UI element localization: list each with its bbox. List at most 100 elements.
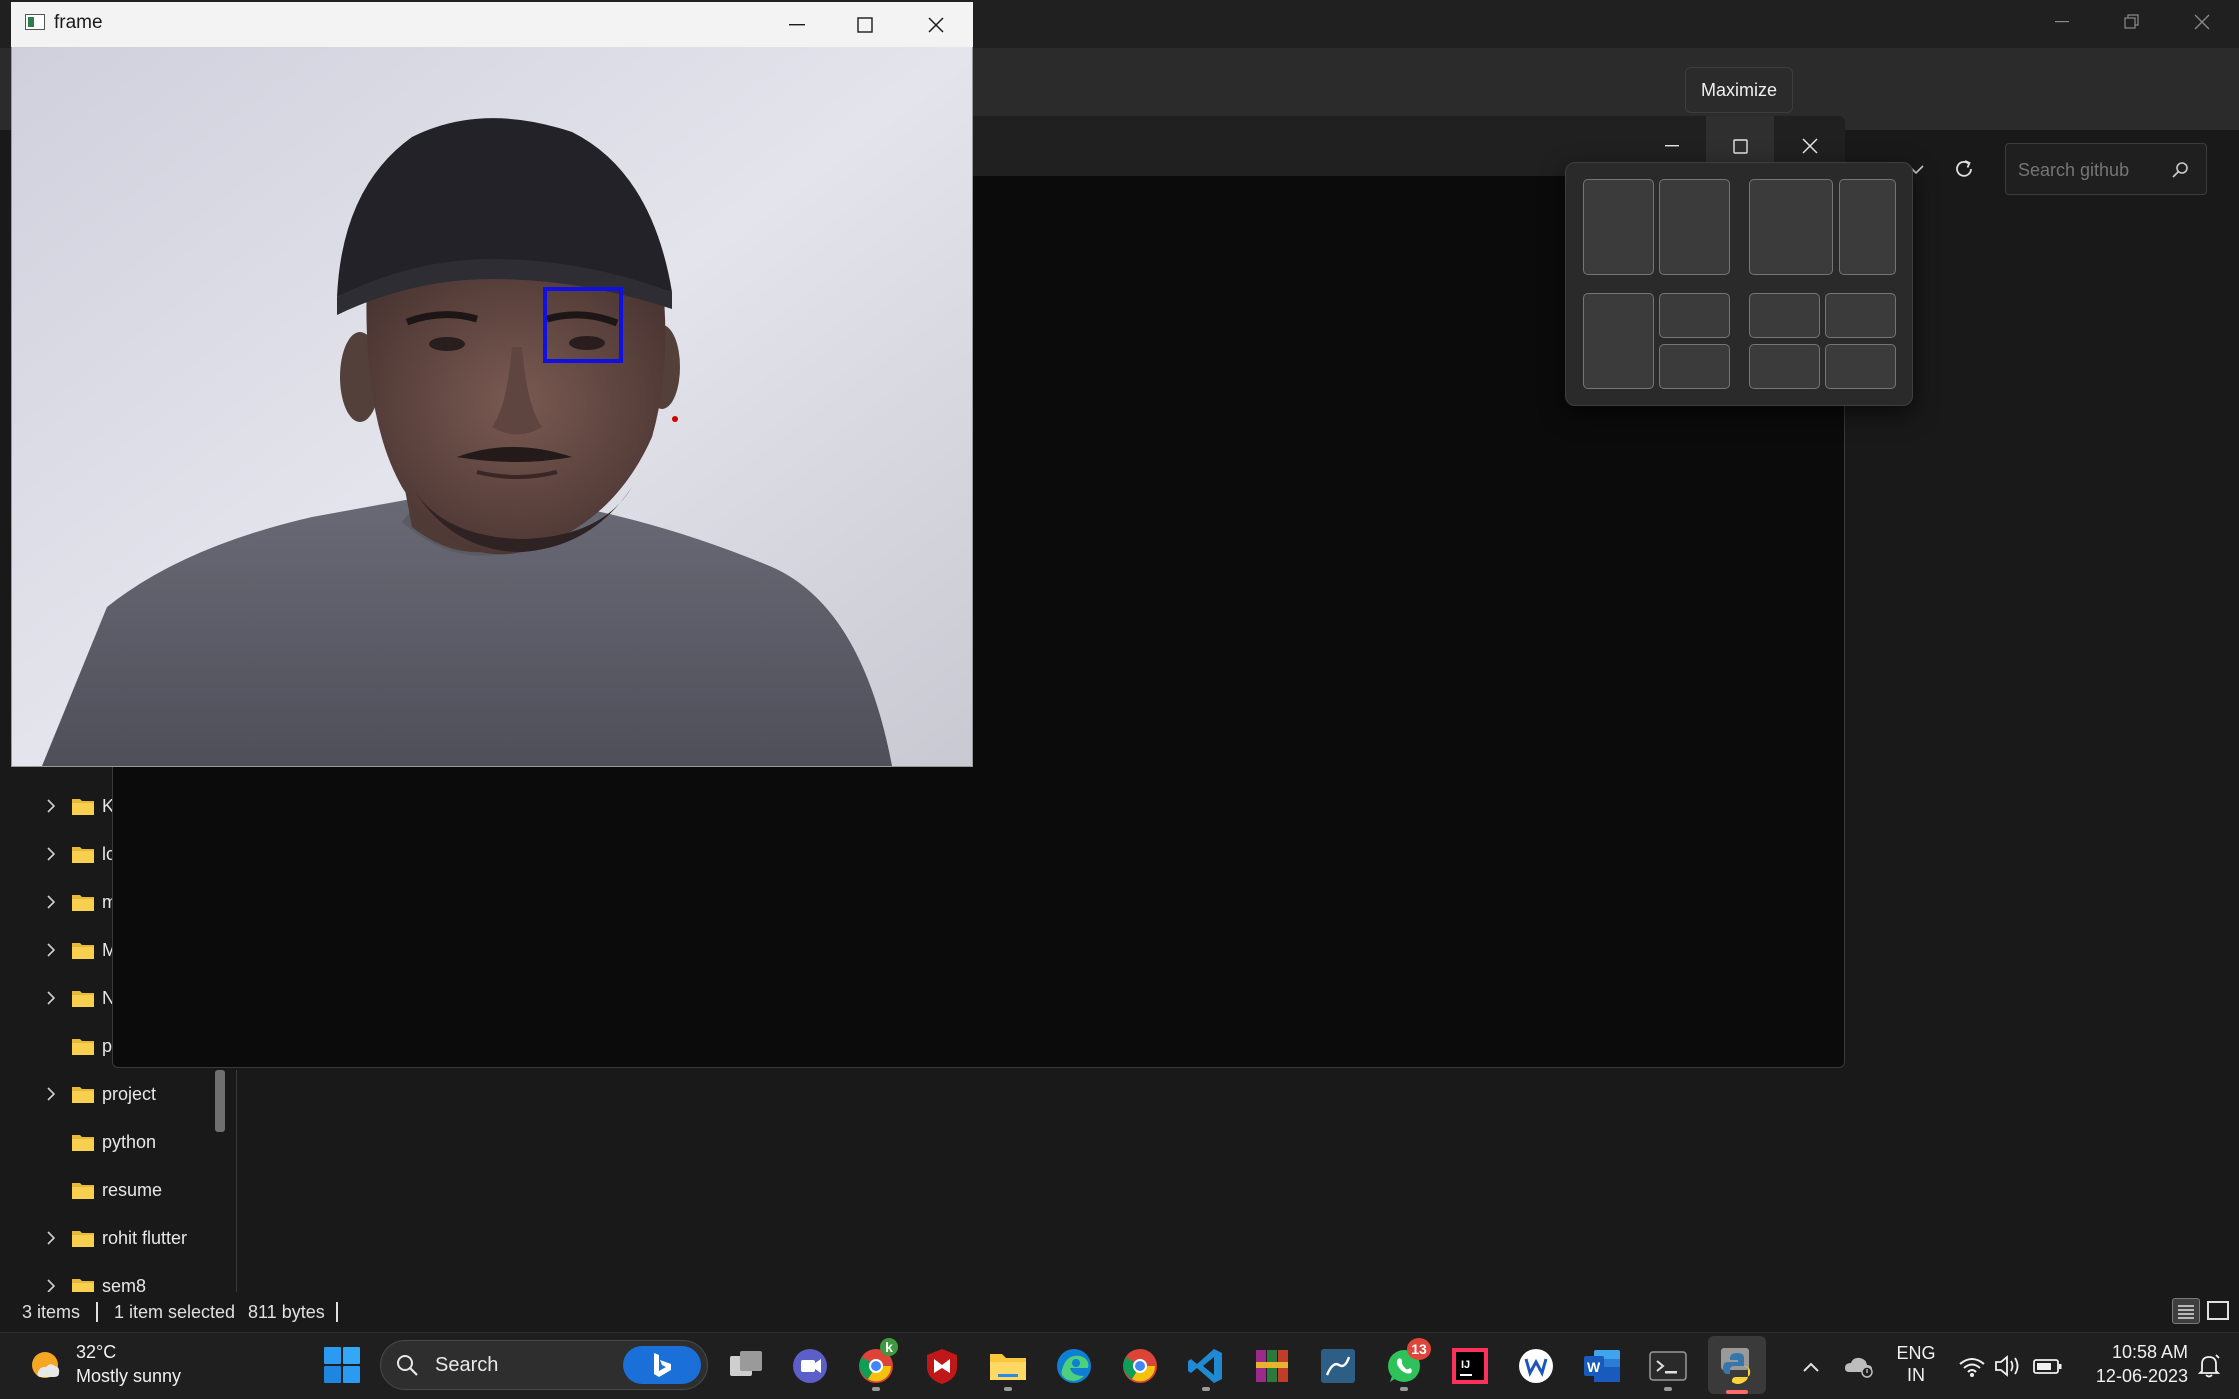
snap-layout-2-zone-left[interactable] <box>1749 179 1833 275</box>
wifi-icon <box>1959 1358 1985 1373</box>
maximize-icon <box>1732 138 1748 154</box>
chat-icon <box>793 1349 827 1383</box>
chevron-right-icon[interactable] <box>38 991 64 1005</box>
search-icon <box>2172 162 2188 178</box>
large-icons-view-button[interactable] <box>2204 1298 2232 1324</box>
frame-close-button[interactable] <box>902 2 970 47</box>
chevron-right-icon[interactable] <box>38 799 64 813</box>
explorer-minimize-button[interactable] <box>2028 0 2096 44</box>
explorer-close-button[interactable] <box>2168 0 2236 44</box>
folder-icon <box>72 1230 94 1247</box>
snap-layout-1-zone-left[interactable] <box>1583 179 1654 275</box>
start-button[interactable] <box>322 1345 362 1385</box>
pane-divider[interactable] <box>236 1070 237 1295</box>
edge-button[interactable] <box>1048 1340 1100 1392</box>
search-icon <box>397 1355 418 1376</box>
clock[interactable]: 10:58 AM 12-06-2023 <box>2078 1340 2188 1388</box>
wifi-dot <box>1970 1373 1974 1377</box>
tree-item[interactable]: python <box>0 1120 230 1164</box>
mysql-workbench-button[interactable] <box>1312 1340 1364 1392</box>
clock-time: 10:58 AM <box>2111 1342 2188 1362</box>
quick-settings-button[interactable] <box>1956 1350 2072 1382</box>
winrar-icon <box>1256 1350 1288 1382</box>
bing-chat-button[interactable] <box>623 1346 701 1384</box>
mcafee-button[interactable] <box>916 1340 968 1392</box>
selection-count: 1 item selected <box>114 1302 236 1322</box>
chevron-right-icon[interactable] <box>38 943 64 957</box>
task-view-icon <box>730 1351 762 1376</box>
item-count: 3 items <box>22 1302 81 1322</box>
frame-minimize-button[interactable] <box>763 2 831 47</box>
explorer-search-box[interactable] <box>2005 143 2207 195</box>
explorer-restore-button[interactable] <box>2098 0 2166 44</box>
volume-icon <box>1995 1355 2019 1377</box>
folder-icon <box>72 1182 94 1199</box>
word-button[interactable]: W <box>1576 1340 1628 1392</box>
word-alt-button[interactable] <box>1510 1340 1562 1392</box>
weather-condition: Mostly sunny <box>76 1366 182 1386</box>
snap-layout-3-zone-bottom-right[interactable] <box>1659 344 1730 389</box>
refresh-button[interactable] <box>1940 145 1988 193</box>
chevron-right-icon[interactable] <box>38 1087 64 1101</box>
weather-widget[interactable]: 32°C Mostly sunny <box>28 1342 198 1390</box>
snap-layout-4-zone-bottom-right[interactable] <box>1825 344 1896 389</box>
show-hidden-icons-button[interactable] <box>1796 1352 1826 1382</box>
teams-chat-button[interactable] <box>784 1340 836 1392</box>
chevron-right-icon[interactable] <box>38 1231 64 1245</box>
input-language-indicator[interactable]: ENG IN <box>1894 1342 1938 1386</box>
folder-icon <box>72 1038 94 1055</box>
onedrive-button[interactable] <box>1842 1350 1876 1382</box>
snap-layout-3-zone-top-right[interactable] <box>1659 293 1730 338</box>
snap-layouts-flyout <box>1565 162 1913 406</box>
explorer-search-input[interactable] <box>2016 154 2180 186</box>
intellij-button[interactable]: IJ <box>1444 1340 1496 1392</box>
sun-icon <box>32 1352 60 1378</box>
details-view-button[interactable] <box>2172 1298 2200 1324</box>
tree-item-label: project <box>102 1083 157 1104</box>
tree-item-label: rohit flutter <box>102 1227 188 1248</box>
close-icon <box>928 16 944 33</box>
folder-icon <box>72 1134 94 1151</box>
snap-layout-1-zone-right[interactable] <box>1659 179 1730 275</box>
frame-maximize-button[interactable] <box>831 2 899 47</box>
tree-item[interactable]: rohit flutter <box>0 1216 230 1260</box>
frame-window-title: frame <box>54 12 103 33</box>
python-app-button[interactable] <box>1708 1336 1766 1394</box>
task-view-button[interactable] <box>720 1340 772 1392</box>
edge-icon <box>1057 1349 1091 1383</box>
snap-layout-4-zone-bottom-left[interactable] <box>1749 344 1820 389</box>
intellij-icon: IJ <box>1452 1348 1488 1384</box>
folder-icon <box>72 990 94 1007</box>
snap-layout-4-zone-top-left[interactable] <box>1749 293 1820 338</box>
snap-layout-2-zone-right[interactable] <box>1839 179 1896 275</box>
chevron-right-icon[interactable] <box>38 1279 64 1293</box>
snap-layout-4-zone-top-right[interactable] <box>1825 293 1896 338</box>
chrome-icon <box>1123 1349 1157 1383</box>
notifications-button[interactable] <box>2194 1350 2224 1380</box>
opencv-window-icon <box>25 14 45 30</box>
chevron-right-icon[interactable] <box>38 847 64 861</box>
tiles-view-icon <box>2207 1301 2229 1320</box>
file-explorer-button[interactable] <box>982 1340 1034 1392</box>
winrar-button[interactable] <box>1246 1340 1298 1392</box>
taskbar-search[interactable]: Search <box>380 1340 708 1390</box>
writer-icon <box>1519 1349 1553 1383</box>
folder-icon <box>72 846 94 863</box>
terminal-button[interactable] <box>1642 1340 1694 1392</box>
webcam-image <box>12 47 972 766</box>
battery-icon <box>2033 1359 2062 1374</box>
whatsapp-unread-badge: 13 <box>1407 1338 1431 1360</box>
active-app-indicator <box>1726 1390 1748 1394</box>
vscode-button[interactable] <box>1180 1340 1232 1392</box>
chrome-profile-badge: k <box>880 1338 898 1356</box>
maximize-tooltip: Maximize <box>1685 67 1793 113</box>
tree-scrollbar[interactable] <box>215 1070 225 1132</box>
tree-item[interactable]: project <box>0 1072 230 1116</box>
snap-layout-3-zone-left[interactable] <box>1583 293 1654 389</box>
chrome-button[interactable] <box>1114 1340 1166 1392</box>
chevron-right-icon[interactable] <box>38 895 64 909</box>
status-bar: 3 items 1 item selected 811 bytes <box>0 1292 2239 1332</box>
selection-size: 811 bytes <box>248 1302 325 1322</box>
tree-item[interactable]: resume <box>0 1168 230 1212</box>
cloud-icon <box>1845 1357 1873 1378</box>
